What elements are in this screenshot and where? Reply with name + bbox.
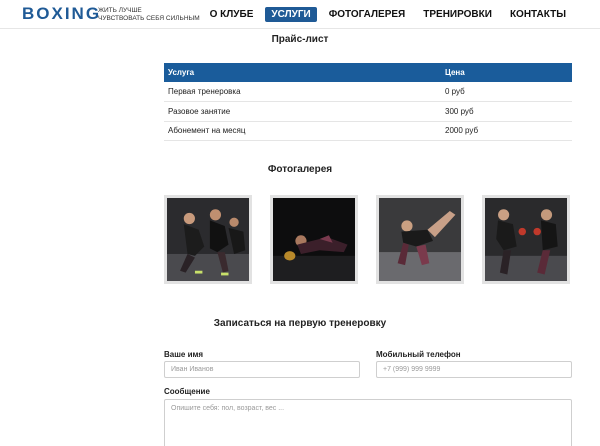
table-row: Абонемент на месяц 2000 руб [164, 121, 572, 141]
nav-item-services[interactable]: УСЛУГИ [265, 7, 317, 22]
gallery-photo-stretching[interactable] [270, 195, 358, 284]
service-cell: Абонемент на месяц [164, 121, 441, 141]
table-row: Разовое занятие 300 руб [164, 101, 572, 122]
price-cell: 2000 руб [441, 121, 572, 141]
phone-input[interactable] [376, 361, 572, 378]
price-table: Услуга Цена Первая тренеровка 0 руб Разо… [164, 63, 572, 141]
gallery-photo-partner-training[interactable] [482, 195, 570, 284]
price-cell: 300 руб [441, 101, 572, 122]
nav-item-about[interactable]: О КЛУБЕ [204, 7, 260, 22]
form-title: Записаться на первую тренеровку [213, 318, 387, 329]
pricing-title: Прайс-лист [271, 34, 329, 45]
message-textarea[interactable] [164, 399, 572, 446]
column-header-price: Цена [441, 63, 572, 82]
phone-label: Мобильный телефон [376, 350, 461, 359]
tagline-line-1: ЖИТЬ ЛУЧШЕ [98, 7, 142, 14]
nav-item-trainings[interactable]: ТРЕНИРОВКИ [417, 7, 498, 22]
yoga-pose-image [379, 198, 461, 281]
price-cell: 0 руб [441, 82, 572, 102]
column-header-service: Услуга [164, 63, 441, 82]
gallery-photo-group-workout[interactable] [164, 195, 252, 284]
service-cell: Первая тренеровка [164, 82, 441, 102]
gallery-title: Фотогалерея [267, 164, 333, 175]
partner-training-image [485, 198, 567, 281]
message-label: Сообщение [164, 387, 210, 396]
name-label: Ваше имя [164, 350, 204, 359]
nav-item-gallery[interactable]: ФОТОГАЛЕРЕЯ [323, 7, 412, 22]
site-tagline: ЖИТЬ ЛУЧШЕ ЧУВСТВОВАТЬ СЕБЯ СИЛЬНЫМ [98, 7, 200, 23]
group-workout-image [167, 198, 249, 281]
site-logo[interactable]: BOXING [22, 4, 101, 24]
name-input[interactable] [164, 361, 360, 378]
service-cell: Разовое занятие [164, 101, 441, 122]
gallery-photo-yoga-pose[interactable] [376, 195, 464, 284]
table-row: Первая тренеровка 0 руб [164, 82, 572, 102]
table-header-row: Услуга Цена [164, 63, 572, 82]
main-nav: О КЛУБЕ УСЛУГИ ФОТОГАЛЕРЕЯ ТРЕНИРОВКИ КО… [198, 7, 572, 22]
nav-item-contacts[interactable]: КОНТАКТЫ [504, 7, 572, 22]
site-header: BOXING ЖИТЬ ЛУЧШЕ ЧУВСТВОВАТЬ СЕБЯ СИЛЬН… [0, 0, 600, 29]
stretching-image [273, 198, 355, 281]
tagline-line-2: ЧУВСТВОВАТЬ СЕБЯ СИЛЬНЫМ [98, 15, 200, 22]
